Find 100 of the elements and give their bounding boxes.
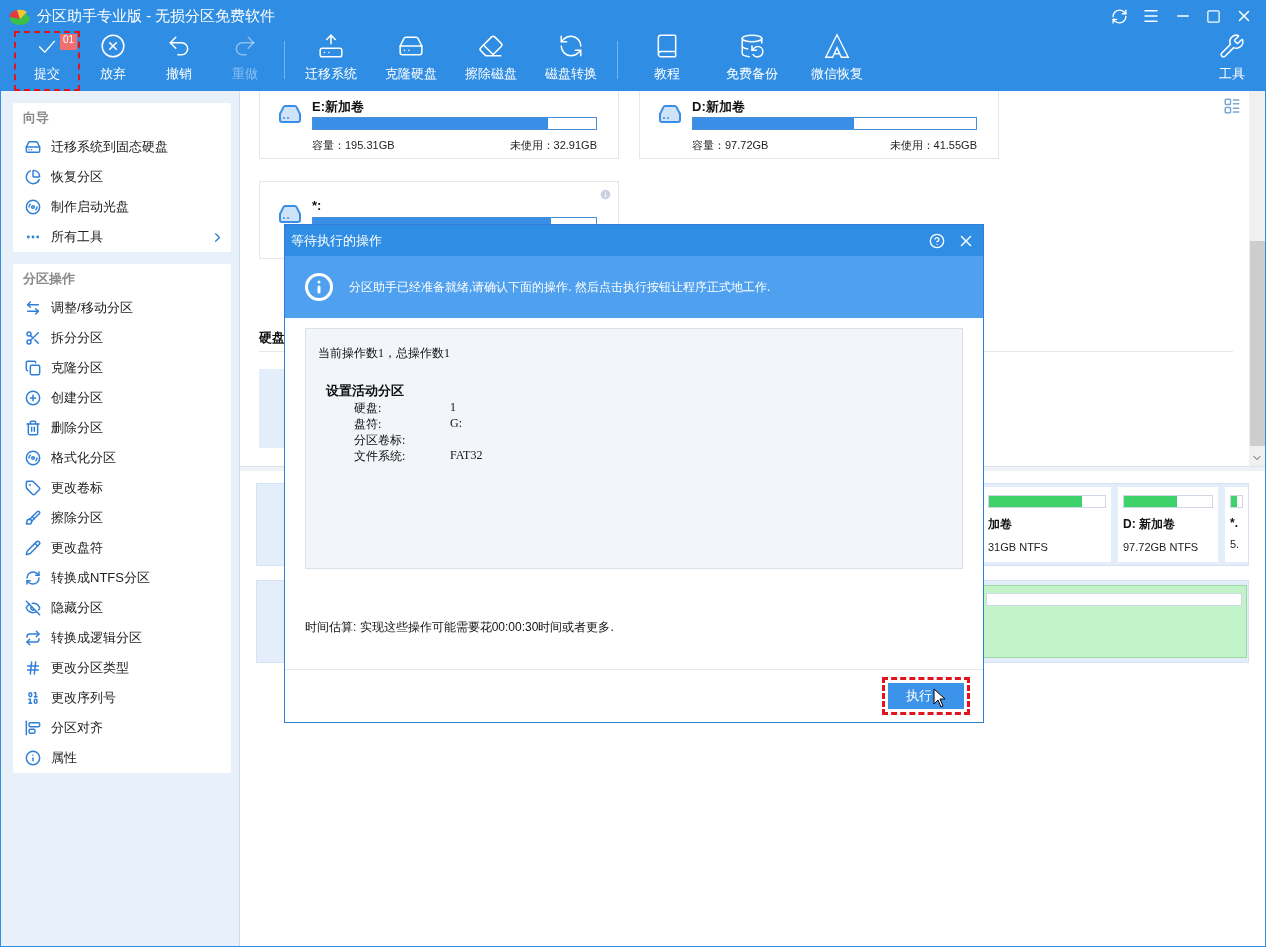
item-label: 拆分分区	[51, 329, 104, 347]
item-label: 迁移系统到固态硬盘	[51, 138, 169, 156]
sidebar-item[interactable]: 转换成逻辑分区	[13, 623, 231, 653]
item-label: 格式化分区	[51, 449, 117, 467]
sidebar-item[interactable]: 擦除分区	[13, 503, 231, 533]
item-label: 转换成NTFS分区	[51, 569, 151, 587]
partition-detail: 97.72GB NTFS	[1123, 541, 1200, 553]
item-label: 分区对齐	[51, 719, 104, 737]
partition-name: D:新加卷	[692, 98, 746, 114]
partition-detail: 31GB NTFS	[988, 541, 1049, 553]
item-label: 更改卷标	[51, 479, 104, 497]
item-label: 调整/移动分区	[51, 299, 134, 317]
sidebar-item[interactable]: 转换成NTFS分区	[13, 563, 231, 593]
disc-icon	[25, 199, 41, 215]
sidebar-item[interactable]: 拆分分区	[13, 323, 231, 353]
sidebar-item[interactable]: 分区对齐	[13, 713, 231, 743]
field-label: 硬盘:	[354, 400, 383, 417]
item-label: 创建分区	[51, 389, 104, 407]
window-title: 分区助手专业版 - 无损分区免费软件	[37, 6, 277, 26]
info-icon	[304, 272, 334, 302]
drive-icon	[278, 202, 302, 226]
partition-name: E:新加卷	[312, 98, 365, 114]
view-toggle-icon[interactable]	[1223, 97, 1241, 115]
sidebar-item[interactable]: 调整/移动分区	[13, 293, 231, 323]
disc-icon	[25, 450, 41, 466]
sidebar-item[interactable]: 删除分区	[13, 413, 231, 443]
count-badge: 01	[59, 34, 77, 50]
partition-block[interactable]: *. 5.	[1225, 487, 1248, 562]
field-value: G:	[450, 416, 463, 432]
pencil-icon	[25, 540, 41, 556]
section-title: 向导	[22, 109, 50, 127]
item-label: 克隆分区	[51, 359, 104, 377]
maximize-icon[interactable]	[1206, 8, 1221, 24]
mouse-cursor-icon	[933, 688, 946, 708]
partition-name: 加卷	[988, 516, 1013, 533]
help-icon[interactable]	[929, 232, 945, 249]
sidebar-item[interactable]: 更改分区类型	[13, 653, 231, 683]
item-label: 更改序列号	[51, 689, 117, 707]
item-label: 更改分区类型	[51, 659, 130, 677]
free-space-text: 未使用：32.91GB	[509, 138, 597, 153]
partition-name: D: 新加卷	[1123, 516, 1176, 533]
sidebar-item[interactable]: 恢复分区	[13, 162, 231, 192]
partition-card[interactable]: D:新加卷 容量：97.72GB 未使用：41.55GB	[639, 91, 999, 159]
pie-chart-icon	[25, 169, 41, 185]
estimate-text: 时间估算: 实现这些操作可能需要花00:00:30时间或者更多.	[305, 620, 614, 634]
item-label: 擦除分区	[51, 509, 104, 527]
partition-detail: 5.	[1230, 538, 1241, 550]
free-space-text: 未使用：41.55GB	[889, 138, 977, 153]
circle-x-icon	[99, 33, 127, 59]
operation-title: 设置活动分区	[326, 383, 404, 398]
refresh-icon	[557, 33, 585, 59]
tag-icon	[25, 480, 41, 496]
check-icon	[37, 40, 57, 53]
sidebar-item[interactable]: 制作启动光盘	[13, 192, 231, 222]
sidebar-item[interactable]: 所有工具	[13, 222, 231, 252]
scrollbar[interactable]	[1249, 91, 1265, 466]
summary-text: 当前操作数1，总操作数1	[318, 346, 450, 360]
partition-card[interactable]: E:新加卷 容量：195.31GB 未使用：32.91GB	[259, 91, 619, 159]
scissors-icon	[25, 330, 41, 346]
sidebar-item[interactable]: 更改序列号	[13, 683, 231, 713]
item-label: 隐藏分区	[51, 599, 104, 617]
sidebar-item[interactable]: 属性	[13, 743, 231, 773]
refresh-icon	[25, 570, 41, 586]
align-icon	[25, 720, 41, 736]
drive-arrow-icon	[317, 33, 345, 59]
sidebar-item[interactable]: 迁移系统到固态硬盘	[13, 132, 231, 162]
dialog-title: 等待执行的操作	[291, 231, 383, 250]
partition-name: *:	[312, 198, 323, 214]
field-label: 盘符:	[354, 416, 383, 433]
sidebar-item[interactable]: 格式化分区	[13, 443, 231, 473]
item-label: 删除分区	[51, 419, 104, 437]
sidebar-item[interactable]: 更改盘符	[13, 533, 231, 563]
field-label: 分区卷标:	[354, 432, 407, 449]
item-label: 恢复分区	[51, 168, 104, 186]
eye-off-icon	[25, 600, 41, 616]
capacity-text: 容量：97.72GB	[692, 138, 769, 153]
capacity-text: 容量：195.31GB	[312, 138, 395, 153]
field-label: 文件系统:	[354, 448, 407, 465]
drive-icon	[658, 102, 682, 126]
notice-text: 分区助手已经准备就绪,请确认下面的操作. 然后点击执行按钮让程序正式地工作.	[349, 278, 771, 296]
partition-block[interactable]	[981, 585, 1247, 658]
plus-icon	[25, 390, 41, 406]
trash-icon	[25, 420, 41, 436]
hash-icon	[25, 660, 41, 676]
refresh-icon[interactable]	[1111, 7, 1128, 25]
partition-block[interactable]: D: 新加卷 97.72GB NTFS	[1118, 487, 1218, 562]
sidebar-item[interactable]: 克隆分区	[13, 353, 231, 383]
menu-icon[interactable]	[1142, 7, 1160, 25]
section-title: 分区操作	[22, 270, 76, 288]
eraser-icon	[477, 33, 505, 59]
wrench-icon	[1218, 33, 1246, 59]
item-label: 制作启动光盘	[51, 198, 130, 216]
partition-block[interactable]: 加卷 31GB NTFS	[983, 487, 1111, 562]
sidebar-item[interactable]: 隐藏分区	[13, 593, 231, 623]
sidebar-item[interactable]: 更改卷标	[13, 473, 231, 503]
field-value: FAT32	[450, 448, 484, 464]
info-icon[interactable]	[599, 188, 612, 201]
item-label: 所有工具	[51, 228, 104, 246]
sidebar-item[interactable]: 创建分区	[13, 383, 231, 413]
item-label: 属性	[51, 749, 78, 767]
